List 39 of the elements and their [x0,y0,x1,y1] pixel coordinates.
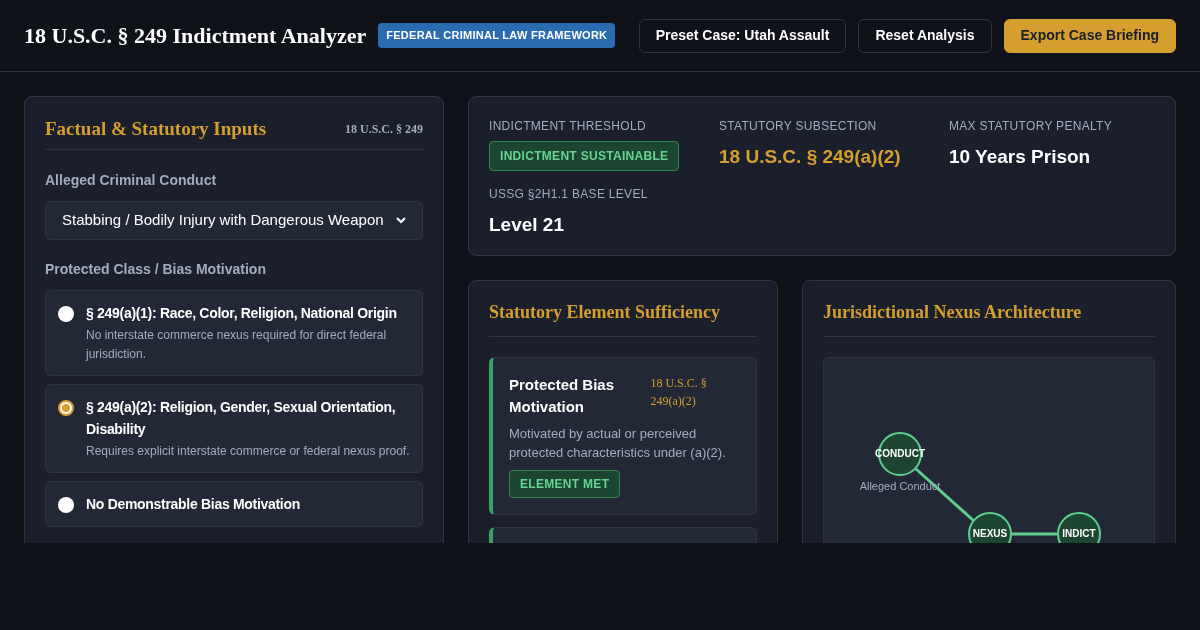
radio-button[interactable] [58,496,74,513]
connector-line [1012,532,1057,535]
header-button[interactable]: Preset Case: Utah Assault [638,18,847,53]
status-badge: INDICTMENT SUSTAINABLE [489,141,680,171]
element-citation: 18 U.S.C. § 249(a)(2) [650,374,708,410]
metric-value: 18 U.S.C. § 249(a)(2) [719,145,901,169]
metric-label: USSG §2H1.1 BASE LEVEL [489,185,648,203]
conduct-select[interactable]: Stabbing / Bodily Injury with Dangerous Weapon [45,200,423,240]
option-description: Requires explicit interstate commerce or federal nexus proof. [86,442,411,460]
header-button[interactable]: Export Case Briefing [1003,18,1176,53]
field-label: Alleged Criminal Conduct [45,170,218,190]
panel-title: Jurisdictional Nexus Architecture [823,301,1155,337]
citation: 18 U.S.C. § 249 [345,120,423,138]
element-name: Protected Bias Motivation [509,374,616,417]
app-title: 18 U.S.C. § 249 Indictment Analyzer [24,22,367,50]
framework-badge: FEDERAL CRIMINAL LAW FRAMEWORK [378,23,616,48]
option-title: § 249(a)(1): Race, Color, Religion, National Origin [86,303,398,323]
radio-option[interactable]: No Demonstrable Bias Motivation [45,480,423,527]
panel-title: Statutory Element Sufficiency [489,301,757,337]
status-badge: ELEMENT MET [509,469,621,498]
metric-value: 10 Years Prison [949,145,1091,169]
field-label: Protected Class / Bias Motivation [45,259,267,279]
diagram-node[interactable]: INDICT [1057,511,1101,543]
option-title: § 249(a)(2): Religion, Gender, Sexual Orientation, Disability [86,397,397,439]
chevron-icon [396,216,406,224]
panel-title: Factual & Statutory Inputs [45,117,267,141]
metric-label: MAX STATUTORY PENALTY [949,118,1112,135]
radio-option[interactable]: § 249(a)(2): Religion, Gender, Sexual Orientation, Disability Requires explicit interstate commerce or federal nexus proof. [45,383,423,473]
element-description: Motivated by actual or perceived protected characteristics under (a)(2). [509,424,727,462]
option-title: No Demonstrable Bias Motivation [86,494,300,514]
metric-label: STATUTORY SUBSECTION [719,118,877,135]
radio-option[interactable]: § 249(a)(1): Race, Color, Religion, National Origin No interstate commerce nexus required for direct federal jurisdiction. [45,289,423,376]
metric-label: INDICTMENT THRESHOLD [489,118,646,135]
header-button[interactable]: Reset Analysis [858,18,992,53]
metric-value: Level 21 [489,212,564,237]
diagram-node[interactable]: NEXUS [968,511,1012,543]
radio-button[interactable] [58,305,74,322]
option-description: No interstate commerce nexus required for direct federal jurisdiction. [86,326,388,363]
radio-button[interactable] [58,399,74,416]
